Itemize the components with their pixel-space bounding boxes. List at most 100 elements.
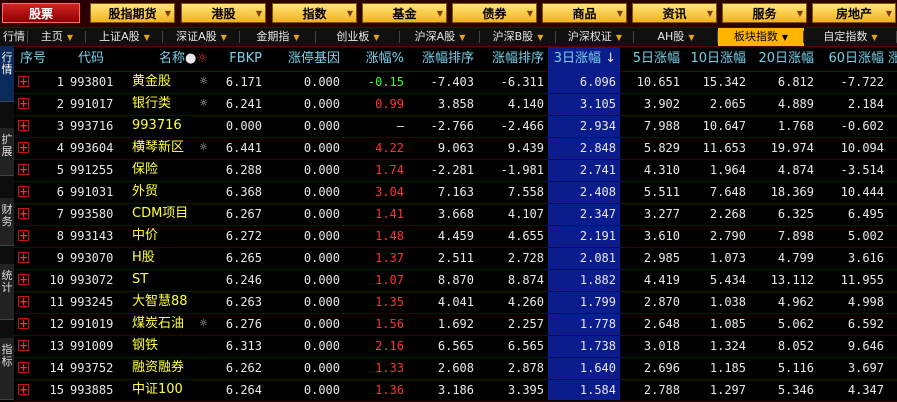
- cell-seq-value: 4: [56, 141, 64, 155]
- side-tab-2[interactable]: 扩展: [0, 128, 14, 176]
- menu-9-button[interactable]: 服务 ▼: [722, 3, 807, 23]
- cell-d20: 8.052: [750, 335, 818, 357]
- column-header-pct[interactable]: 涨幅%: [344, 47, 408, 71]
- cell-d10: 5.434: [684, 269, 750, 291]
- tab-8[interactable]: 沪深B股 ▼: [480, 28, 556, 46]
- column-header-name[interactable]: 名称●☼: [124, 47, 210, 71]
- cell-seq-value: 6: [56, 185, 64, 199]
- tab-9[interactable]: 沪深权证 ▼: [556, 28, 634, 46]
- cell-rank2: 3.395: [478, 379, 548, 401]
- tab-3[interactable]: 上证A股 ▼: [86, 28, 163, 46]
- menu-10-button[interactable]: 房地产 ▼: [812, 3, 896, 23]
- cell-d60-value: 5.002: [847, 229, 884, 243]
- table-row[interactable]: +5 991255 保险 6.288 0.000 1.74 -2.281 -1.981 2.74…: [14, 159, 897, 182]
- cell-seq-value: 5: [56, 163, 64, 177]
- cell-pct-value: 1.41: [375, 207, 404, 221]
- table-row[interactable]: +6 991031 外贸 6.368 0.000 3.04 7.163 7.558 2.408 5…: [14, 181, 897, 204]
- column-header-rank2[interactable]: 涨幅排序: [478, 47, 548, 71]
- menu-2-button[interactable]: 股指期货 ▼: [90, 3, 175, 23]
- column-header-label: 序号: [20, 51, 47, 66]
- cell-d10: 1.038: [684, 291, 750, 313]
- table-row[interactable]: +4 993604 横琴新区 ☼ 6.441 0.000 4.22 9.063 9.439 2.8…: [14, 137, 897, 160]
- tab-12[interactable]: 自定指数 ▼: [804, 28, 897, 46]
- side-tab-1[interactable]: 行情: [0, 46, 14, 102]
- side-tab-4[interactable]: 统计: [0, 264, 14, 320]
- column-header-more[interactable]: 涨: [888, 47, 897, 71]
- column-header-d60[interactable]: 60日涨幅: [818, 47, 888, 71]
- menu-3-button[interactable]: 港股 ▼: [181, 3, 266, 23]
- cell-pct-value: 2.16: [375, 339, 404, 353]
- cell-code-value: 993752: [70, 361, 114, 375]
- cell-pct: 1.48: [344, 225, 408, 247]
- tab-10[interactable]: AH股 ▼: [634, 28, 718, 46]
- column-header-seq[interactable]: 序号: [14, 47, 68, 71]
- menu-8-button[interactable]: 资讯 ▼: [632, 3, 717, 23]
- table-row[interactable]: +11 993245 大智慧88 6.263 0.000 1.35 4.041 4.260 1.…: [14, 291, 897, 314]
- cell-pct-value: 1.37: [375, 251, 404, 265]
- column-header-code[interactable]: 代码: [68, 47, 124, 71]
- table-row[interactable]: +13 991009 钢铁 6.313 0.000 2.16 6.565 6.565 1.738…: [14, 335, 897, 358]
- cell-pct-value: 1.07: [375, 273, 404, 287]
- cell-d20: 13.112: [750, 269, 818, 291]
- tab-1[interactable]: 行情: [0, 28, 28, 46]
- cell-d60: 4.347: [818, 379, 888, 401]
- menu-6-button[interactable]: 债券 ▼: [452, 3, 537, 23]
- cell-rank1: -2.766: [408, 115, 478, 137]
- cell-fbkp-value: 6.241: [225, 97, 262, 111]
- column-header-rank1[interactable]: 涨幅排序: [408, 47, 478, 71]
- table-row[interactable]: +1 993801 黄金股 ☼ 6.171 0.000 -0.15 -7.403 -6.311 6…: [14, 71, 897, 94]
- cell-d20: 18.369: [750, 181, 818, 203]
- table-row[interactable]: +10 993072 ST 6.246 0.000 1.07 8.870 8.874 1.882…: [14, 269, 897, 292]
- cell-code: 991009: [68, 335, 124, 357]
- tab-5[interactable]: 金期指 ▼: [240, 28, 316, 46]
- side-tab-5[interactable]: 指标: [0, 338, 14, 400]
- tab-7[interactable]: 沪深A股 ▼: [400, 28, 480, 46]
- tab-11[interactable]: 板块指数 ▼: [718, 28, 804, 46]
- column-header-d10[interactable]: 10日涨幅: [684, 47, 750, 71]
- menu-7-button[interactable]: 商品 ▼: [542, 3, 627, 23]
- cell-rank2: -2.466: [478, 115, 548, 137]
- tab-label: 上证A股: [99, 30, 140, 43]
- cell-d20-value: 6.325: [777, 207, 814, 221]
- cell-code-value: 991031: [70, 185, 114, 199]
- tab-4[interactable]: 深证A股 ▼: [163, 28, 240, 46]
- column-header-d5[interactable]: 5日涨幅: [620, 47, 684, 71]
- table-row[interactable]: +12 991019 煤炭石油 ☼ 6.276 0.000 1.56 1.692 2.257 1.…: [14, 313, 897, 336]
- cell-d20: 1.768: [750, 115, 818, 137]
- tab-2[interactable]: 主页 ▼: [28, 28, 86, 46]
- table-row[interactable]: +3 993716 993716 0.000 0.000— -2.766 -2.466 2.9…: [14, 115, 897, 138]
- side-tab-label: 指标: [1, 343, 13, 368]
- table-row[interactable]: +8 993143 中价 6.272 0.000 1.48 4.459 4.655 2.191 3…: [14, 225, 897, 248]
- column-header-d3[interactable]: 3日涨幅 ↓: [548, 47, 620, 71]
- cell-d20-value: 5.116: [777, 361, 814, 375]
- cell-pct: —: [344, 115, 408, 137]
- cell-limit: 0.000: [266, 335, 344, 357]
- cell-d60: -0.602: [818, 115, 888, 137]
- cell-d3-value: 2.347: [579, 207, 616, 221]
- table-row[interactable]: +15 993885 中证100 6.264 0.000 1.36 3.186 3.395 1.…: [14, 379, 897, 402]
- table-row[interactable]: +9 993070 H股 6.265 0.000 1.37 2.511 2.728 2.081 2…: [14, 247, 897, 270]
- table-row[interactable]: +2 991017 银行类 ☼ 6.241 0.000 0.99 3.858 4.140 3.10…: [14, 93, 897, 116]
- cell-d10-value: 5.434: [709, 273, 746, 287]
- cell-d20: 5.346: [750, 379, 818, 401]
- cell-d20-value: 1.768: [777, 119, 814, 133]
- tab-label: 沪深权证: [567, 30, 612, 43]
- column-header-d20[interactable]: 20日涨幅: [750, 47, 818, 71]
- table-row[interactable]: +14 993752 融资融券 6.262 0.000 1.33 2.608 2.878 1.6…: [14, 357, 897, 380]
- cell-rank2: -6.311: [478, 71, 548, 93]
- column-header-limit[interactable]: 涨停基因: [266, 47, 344, 71]
- cell-seq: 13: [14, 335, 68, 357]
- tab-6[interactable]: 创业板 ▼: [316, 28, 400, 46]
- cell-name: 黄金股 ☼: [124, 71, 210, 93]
- menu-5-button[interactable]: 基金 ▼: [362, 3, 447, 23]
- cell-pct-value: 1.36: [375, 383, 404, 397]
- cell-d5: 5.511: [620, 181, 684, 203]
- dropdown-triangle-icon: ▼: [293, 33, 300, 42]
- menu-4-button[interactable]: 指数 ▼: [272, 3, 357, 23]
- cell-fbkp: 6.313: [210, 335, 266, 357]
- cell-rank2-value: 4.107: [507, 207, 544, 221]
- side-tab-3[interactable]: 财务: [0, 198, 14, 246]
- table-row[interactable]: +7 993580 CDM项目 6.267 0.000 1.41 3.668 4.107 2.3…: [14, 203, 897, 226]
- menu-1-button[interactable]: 股票: [2, 3, 80, 23]
- column-header-fbkp[interactable]: FBKP: [210, 47, 266, 71]
